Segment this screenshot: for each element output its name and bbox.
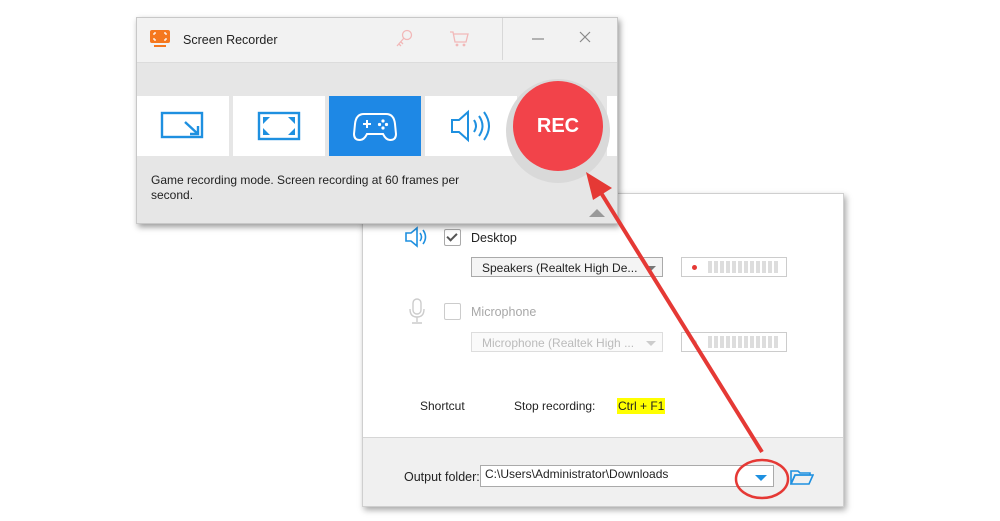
annotation-arrow-head bbox=[586, 172, 612, 200]
annotation-circle bbox=[734, 458, 790, 500]
annotation-arrow-line bbox=[596, 186, 764, 454]
annotation-overlay bbox=[586, 172, 790, 500]
